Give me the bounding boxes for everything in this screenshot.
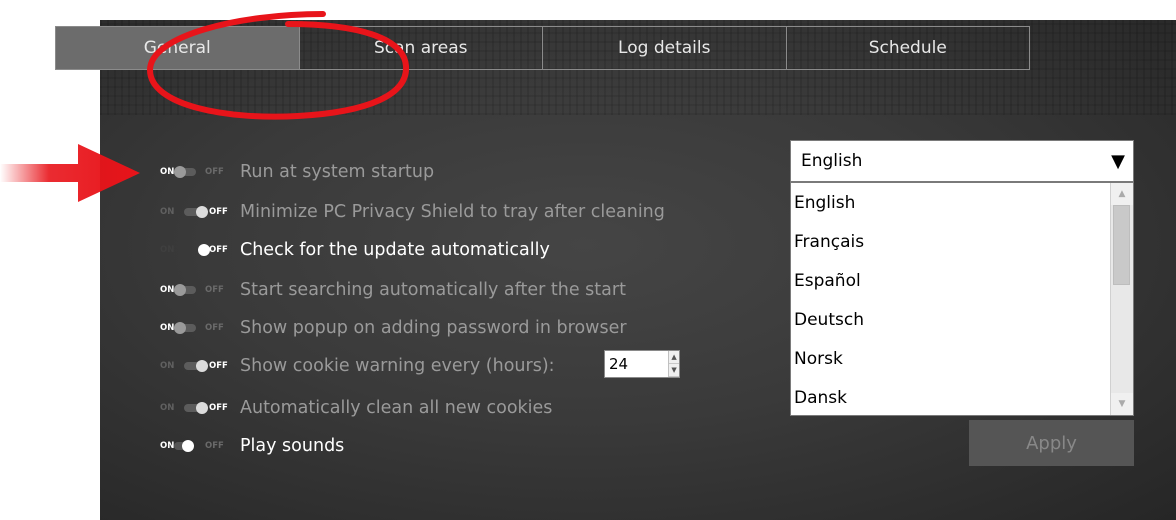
stepper-buttons: ▲ ▼ [668, 351, 679, 377]
language-select-value: English [801, 151, 863, 171]
toggle-knob [196, 360, 208, 372]
triangle-down-icon[interactable]: ▼ [1103, 151, 1133, 172]
toggle-cookie-warning[interactable]: ON OFF [160, 359, 234, 373]
language-list-scrollbar[interactable]: ▲ ▼ [1110, 183, 1133, 415]
option-cookie-warning: ON OFF Show cookie warning every (hours)… [160, 354, 555, 378]
toggle-knob [174, 322, 186, 334]
toggle-show-popup[interactable]: ON OFF [160, 321, 234, 335]
tab-schedule[interactable]: Schedule [785, 27, 1030, 69]
option-auto-clean-cookies: ON OFF Automatically clean all new cooki… [160, 396, 552, 420]
language-option-dansk[interactable]: Dansk [794, 380, 847, 416]
option-label: Automatically clean all new cookies [240, 398, 553, 418]
language-option-deutsch[interactable]: Deutsch [794, 302, 864, 338]
language-list: English Français Español Deutsch Norsk D… [790, 182, 1134, 416]
language-option-norsk[interactable]: Norsk [794, 341, 843, 377]
tab-general[interactable]: General [56, 27, 299, 69]
toggle-play-sounds[interactable]: ON OFF [160, 439, 234, 453]
option-run-at-startup: ON OFF Run at system startup [160, 160, 434, 184]
toggle-start-searching[interactable]: ON OFF [160, 283, 234, 297]
tab-log-details[interactable]: Log details [542, 27, 786, 69]
option-label: Start searching automatically after the … [240, 280, 626, 300]
scroll-down-icon[interactable]: ▼ [1111, 393, 1133, 415]
toggle-minimize-to-tray[interactable]: ON OFF [160, 205, 234, 219]
option-check-updates: ON OFF Check for the update automaticall… [160, 238, 550, 262]
toggle-auto-clean-cookies[interactable]: ON OFF [160, 401, 234, 415]
option-play-sounds: ON OFF Play sounds [160, 434, 344, 458]
toggle-knob [174, 284, 186, 296]
option-label: Play sounds [240, 436, 345, 456]
cookie-hours-value[interactable]: 24 [605, 351, 628, 377]
toggle-check-updates[interactable]: ON OFF [160, 243, 234, 257]
option-label: Minimize PC Privacy Shield to tray after… [240, 202, 665, 222]
option-label: Run at system startup [240, 162, 435, 182]
toggle-knob [182, 440, 194, 452]
option-label: Show popup on adding password in browser [240, 318, 627, 338]
language-option-espanol[interactable]: Español [794, 263, 861, 299]
scrollbar-thumb[interactable] [1113, 205, 1130, 285]
language-option-english[interactable]: English [794, 185, 855, 221]
toggle-knob [196, 402, 208, 414]
option-label: Show cookie warning every (hours): [240, 356, 555, 376]
decrement-icon[interactable]: ▼ [669, 364, 679, 377]
toggle-knob [174, 166, 186, 178]
language-option-francais[interactable]: Français [794, 224, 864, 260]
option-show-popup: ON OFF Show popup on adding password in … [160, 316, 627, 340]
increment-icon[interactable]: ▲ [669, 351, 679, 364]
tab-scan-areas[interactable]: Scan areas [298, 27, 543, 69]
scroll-up-icon[interactable]: ▲ [1111, 183, 1133, 205]
toggle-knob [196, 206, 208, 218]
option-label: Check for the update automatically [240, 240, 550, 260]
option-minimize-to-tray: ON OFF Minimize PC Privacy Shield to tra… [160, 200, 665, 224]
option-start-searching: ON OFF Start searching automatically aft… [160, 278, 626, 302]
tab-bar: General Scan areas Log details Schedule [55, 26, 1030, 70]
apply-button[interactable]: Apply [969, 420, 1134, 466]
language-select[interactable]: English ▼ [790, 140, 1134, 182]
cookie-hours-stepper[interactable]: 24 ▲ ▼ [604, 350, 680, 378]
toggle-run-at-startup[interactable]: ON OFF [160, 165, 234, 179]
